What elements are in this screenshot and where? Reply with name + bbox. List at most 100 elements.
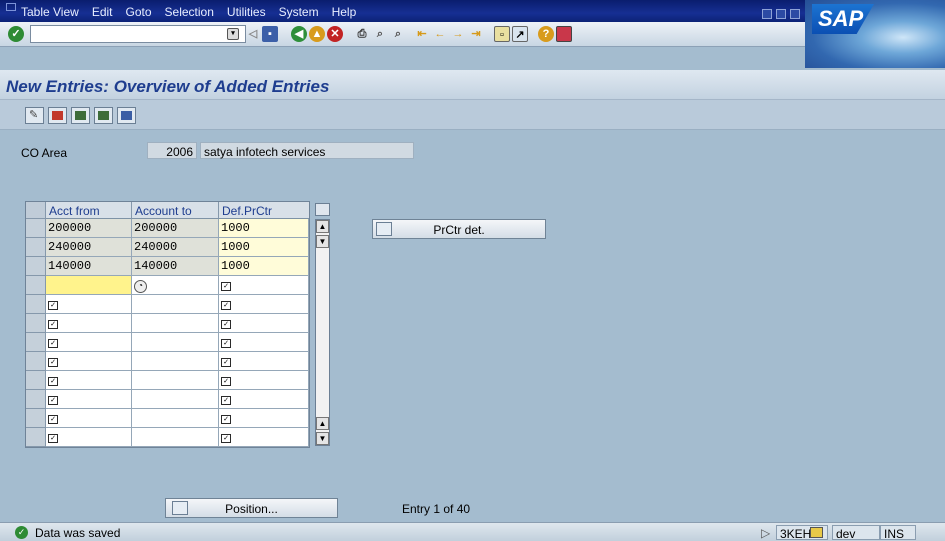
menu-table-view[interactable]: Table View bbox=[21, 5, 79, 19]
account-to-input[interactable] bbox=[132, 295, 219, 314]
save-icon[interactable]: ▪ bbox=[262, 26, 278, 42]
account-to-input[interactable] bbox=[132, 333, 219, 352]
command-history-icon[interactable]: ▾ bbox=[227, 28, 239, 40]
command-field[interactable] bbox=[30, 25, 246, 43]
def-prctr-checkbox[interactable]: ✓ bbox=[219, 352, 309, 371]
exit-icon[interactable]: ▲ bbox=[309, 26, 325, 42]
def-prctr-checkbox[interactable]: ✓ bbox=[219, 371, 309, 390]
row-selector[interactable] bbox=[26, 409, 46, 428]
row-selector[interactable] bbox=[26, 219, 46, 238]
menu-selection[interactable]: Selection bbox=[165, 5, 214, 19]
row-selector[interactable] bbox=[26, 257, 46, 276]
first-page-icon[interactable]: ⇤ bbox=[414, 26, 430, 42]
maximize-button[interactable] bbox=[776, 9, 786, 19]
cancel-icon[interactable]: ✕ bbox=[327, 26, 343, 42]
session-info-icon[interactable] bbox=[810, 527, 823, 538]
account-to-input[interactable] bbox=[132, 314, 219, 333]
last-page-icon[interactable]: ⇥ bbox=[468, 26, 484, 42]
def-prctr-checkbox[interactable]: ✓ bbox=[219, 333, 309, 352]
account-to-input[interactable] bbox=[132, 390, 219, 409]
table-settings-icon[interactable] bbox=[315, 203, 330, 216]
acct-from-input[interactable]: ✓ bbox=[46, 352, 132, 371]
select-all-icon[interactable] bbox=[117, 107, 136, 124]
account-to-input[interactable]: ◔ bbox=[132, 276, 219, 295]
def-prctr-cell[interactable]: 1000 bbox=[219, 219, 309, 238]
def-prctr-checkbox[interactable]: ✓ bbox=[219, 409, 309, 428]
row-selector[interactable] bbox=[26, 428, 46, 447]
def-prctr-checkbox[interactable]: ✓ bbox=[219, 295, 309, 314]
create-session-icon[interactable]: ▫ bbox=[494, 26, 510, 42]
table-scrollbar[interactable]: ▲ ▼ ▲ ▼ bbox=[315, 219, 330, 446]
acct-from-input[interactable]: ✓ bbox=[46, 371, 132, 390]
help-icon[interactable]: ? bbox=[538, 26, 554, 42]
entries-table: Acct from Account to Def.PrCtr 200000 20… bbox=[25, 201, 310, 448]
scroll-page-up-icon[interactable]: ▲ bbox=[316, 417, 329, 430]
header-acct-from[interactable]: Acct from bbox=[46, 202, 132, 219]
back-icon[interactable]: ◀ bbox=[291, 26, 307, 42]
header-account-to[interactable]: Account to bbox=[132, 202, 219, 219]
status-message: Data was saved bbox=[35, 526, 121, 540]
acct-from-input[interactable]: ✓ bbox=[46, 428, 132, 447]
status-client: dev bbox=[832, 525, 880, 541]
copy-as-icon[interactable] bbox=[71, 107, 90, 124]
scroll-down-icon[interactable]: ▼ bbox=[316, 235, 329, 248]
new-entries-icon[interactable] bbox=[48, 107, 67, 124]
menu-system[interactable]: System bbox=[279, 5, 319, 19]
account-to-input[interactable] bbox=[132, 428, 219, 447]
account-to-input[interactable] bbox=[132, 352, 219, 371]
scroll-up-icon[interactable]: ▲ bbox=[316, 220, 329, 233]
find-icon[interactable]: ⌕ bbox=[372, 26, 388, 42]
def-prctr-checkbox[interactable]: ✓ bbox=[219, 390, 309, 409]
position-label: Position... bbox=[225, 502, 278, 516]
shortcut-icon[interactable]: ↗ bbox=[512, 26, 528, 42]
def-prctr-checkbox[interactable]: ✓ bbox=[219, 314, 309, 333]
account-to-input[interactable] bbox=[132, 371, 219, 390]
acct-from-input[interactable]: ✓ bbox=[46, 390, 132, 409]
row-selector[interactable] bbox=[26, 276, 46, 295]
menu-help[interactable]: Help bbox=[332, 5, 357, 19]
row-selector[interactable] bbox=[26, 371, 46, 390]
account-to-input[interactable] bbox=[132, 409, 219, 428]
scroll-page-down-icon[interactable]: ▼ bbox=[316, 432, 329, 445]
row-selector[interactable] bbox=[26, 352, 46, 371]
page-title: New Entries: Overview of Added Entries bbox=[6, 77, 330, 96]
status-expand-icon[interactable]: ▷ bbox=[758, 525, 773, 540]
minimize-button[interactable] bbox=[762, 9, 772, 19]
previous-page-icon[interactable]: ← bbox=[432, 26, 448, 42]
entry-counter: Entry 1 of 40 bbox=[402, 502, 471, 516]
find-next-icon[interactable]: ⌕ bbox=[390, 26, 406, 42]
next-page-icon[interactable]: → bbox=[450, 26, 466, 42]
row-selector[interactable] bbox=[26, 390, 46, 409]
status-mode[interactable]: INS bbox=[880, 525, 916, 541]
account-to-cell: 240000 bbox=[132, 238, 219, 257]
delete-icon[interactable] bbox=[94, 107, 113, 124]
menu-goto[interactable]: Goto bbox=[126, 5, 152, 19]
close-button[interactable] bbox=[790, 9, 800, 19]
row-selector[interactable] bbox=[26, 314, 46, 333]
def-prctr-cell[interactable]: 1000 bbox=[219, 257, 309, 276]
row-selector[interactable] bbox=[26, 295, 46, 314]
layout-icon[interactable] bbox=[556, 26, 572, 42]
position-button[interactable]: Position... bbox=[165, 498, 338, 518]
menu-utilities[interactable]: Utilities bbox=[227, 5, 266, 19]
select-all-cell[interactable] bbox=[26, 202, 46, 219]
window-menu-icon[interactable] bbox=[6, 3, 16, 11]
def-prctr-cell[interactable]: 1000 bbox=[219, 238, 309, 257]
enter-icon[interactable]: ✓ bbox=[8, 26, 24, 42]
header-def-prctr[interactable]: Def.PrCtr bbox=[219, 202, 309, 219]
display-change-icon[interactable]: ✎ bbox=[25, 107, 44, 124]
prctr-det-button[interactable]: PrCtr det. bbox=[372, 219, 546, 239]
acct-from-input[interactable]: ✓ bbox=[46, 314, 132, 333]
acct-from-input[interactable]: ✓ bbox=[46, 333, 132, 352]
def-prctr-checkbox[interactable]: ✓ bbox=[219, 428, 309, 447]
possible-entries-icon[interactable]: ◔ bbox=[134, 280, 147, 293]
row-selector[interactable] bbox=[26, 238, 46, 257]
acct-from-input[interactable] bbox=[46, 276, 132, 295]
def-prctr-checkbox[interactable]: ✓ bbox=[219, 276, 309, 295]
acct-from-input[interactable]: ✓ bbox=[46, 409, 132, 428]
acct-from-input[interactable]: ✓ bbox=[46, 295, 132, 314]
success-icon: ✓ bbox=[15, 526, 28, 539]
menu-edit[interactable]: Edit bbox=[92, 5, 113, 19]
row-selector[interactable] bbox=[26, 333, 46, 352]
print-icon[interactable]: ⎙ bbox=[354, 26, 370, 42]
